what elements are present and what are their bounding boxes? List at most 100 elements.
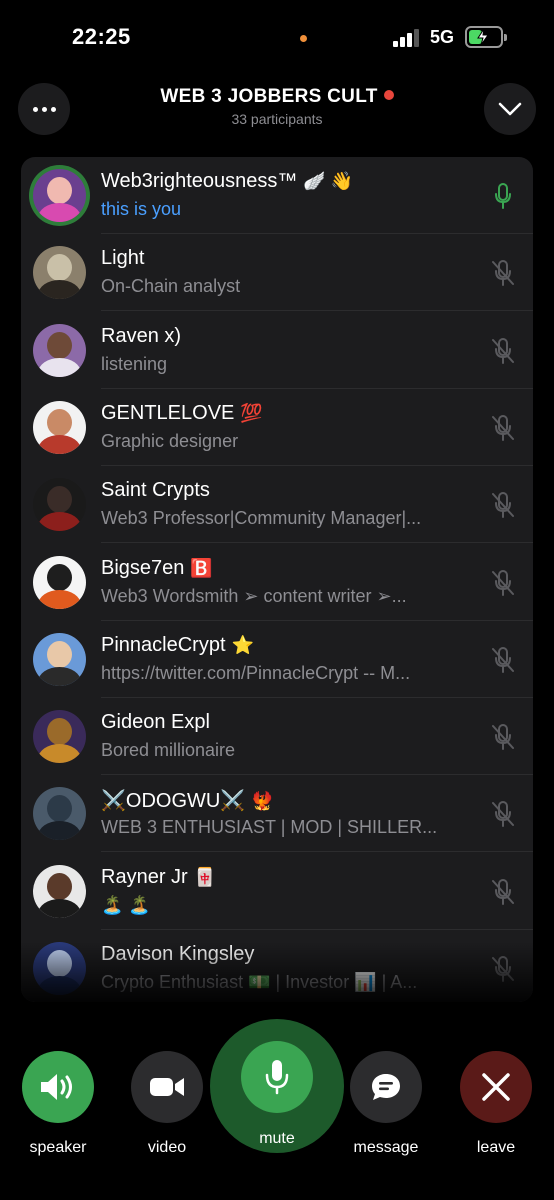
avatar[interactable]	[33, 169, 86, 222]
name-badge: ⭐	[231, 634, 254, 655]
participant-row[interactable]: Web3righteousness™ 🪽 👋 this is you	[21, 157, 533, 234]
participant-name: Gideon Expl	[101, 711, 216, 734]
speaker-label: speaker	[29, 1139, 87, 1156]
participant-name: Bigse7en 🅱️	[101, 557, 213, 580]
name-text: GENTLELOVE	[101, 401, 235, 424]
name-badge: 🐦‍🔥	[251, 791, 274, 812]
live-indicator	[383, 90, 394, 100]
avatar[interactable]	[33, 400, 86, 454]
leave-button[interactable]	[460, 1051, 532, 1123]
name-text: Bigse7en	[101, 556, 185, 579]
participant-name: Light	[101, 247, 150, 270]
participant-name: Raven x)	[101, 325, 187, 348]
name-badge: 🀄	[193, 866, 217, 887]
privacy-indicator-dot	[300, 35, 307, 42]
video-button[interactable]	[131, 1051, 203, 1123]
participant-name: Saint Crypts	[101, 479, 216, 502]
name-text: Rayner Jr	[101, 865, 188, 888]
microphone-on-icon	[495, 182, 511, 209]
name-text: Saint Crypts	[101, 479, 210, 502]
name-text: Raven x)	[101, 324, 182, 347]
video-control[interactable]: video	[131, 1051, 203, 1157]
microphone-icon	[265, 1060, 289, 1095]
participant-subtitle: this is you	[101, 199, 182, 219]
more-options-button[interactable]	[18, 83, 70, 135]
speaker-icon	[41, 1074, 72, 1100]
mute-label: mute	[259, 1130, 295, 1147]
avatar[interactable]	[33, 555, 86, 609]
speaker-control[interactable]: speaker	[22, 1051, 94, 1157]
leave-label: leave	[476, 1139, 516, 1156]
message-label: message	[353, 1139, 419, 1156]
name-badge: 🅱️	[190, 557, 213, 578]
close-icon	[482, 1073, 510, 1101]
chevron-down-icon	[498, 102, 522, 116]
list-fade-overlay	[21, 942, 533, 1002]
participant-row[interactable]: PinnacleCrypt ⭐ https://twitter.com/Pinnac…	[21, 621, 533, 698]
video-camera-icon	[150, 1078, 184, 1096]
page-title: WEB 3 JOBBERS CULT	[100, 86, 454, 108]
avatar[interactable]	[33, 864, 86, 918]
participant-row[interactable]: Rayner Jr 🀄 🏝️ 🏝️	[21, 853, 533, 930]
name-text: Light	[101, 247, 145, 270]
speaker-button[interactable]	[22, 1051, 94, 1123]
microphone-muted-icon	[492, 260, 514, 287]
avatar[interactable]	[33, 632, 86, 686]
participant-subtitle: Graphic designer	[101, 430, 239, 451]
name-badge: 🪽 👋	[303, 171, 354, 191]
participant-count: 33 participants	[231, 111, 323, 127]
name-badge: 💯	[240, 402, 263, 423]
signal-icon	[393, 29, 421, 47]
participant-row[interactable]: ⚔️ODOGWU⚔️ 🐦‍🔥 WEB 3 ENTHUSIAST | MOD | SH…	[21, 775, 533, 853]
microphone-muted-icon	[492, 646, 514, 673]
video-label: video	[147, 1139, 187, 1156]
microphone-muted-icon	[492, 492, 514, 519]
participant-row[interactable]: Gideon Expl Bored millionaire	[21, 698, 533, 776]
participant-name: GENTLELOVE 💯	[101, 402, 263, 425]
microphone-muted-icon	[492, 801, 514, 828]
name-text: Gideon Expl	[101, 711, 210, 734]
participant-subtitle: On-Chain analyst	[101, 276, 241, 297]
network-label: 5G	[430, 27, 455, 47]
avatar[interactable]	[33, 478, 86, 532]
participant-subtitle: WEB 3 ENTHUSIAST | MOD | SHILLER...	[101, 817, 438, 838]
name-text: PinnacleCrypt	[101, 633, 226, 656]
participant-list[interactable]: Web3righteousness™ 🪽 👋 this is you Light On-…	[21, 157, 533, 1002]
participant-row[interactable]: Bigse7en 🅱️ Web3 Wordsmith ➢ content write…	[21, 544, 533, 621]
participant-subtitle: Bored millionaire	[101, 740, 236, 761]
name-text: ⚔️ODOGWU⚔️	[101, 790, 246, 813]
participant-row[interactable]: Light On-Chain analyst	[21, 234, 533, 312]
participant-row[interactable]: GENTLELOVE 💯 Graphic designer	[21, 389, 533, 466]
leave-control[interactable]: leave	[460, 1051, 532, 1157]
more-icon	[32, 106, 56, 112]
avatar[interactable]	[33, 246, 86, 300]
battery-icon	[465, 26, 507, 48]
participant-name: PinnacleCrypt ⭐	[101, 634, 254, 657]
participant-row[interactable]: Saint Crypts Web3 Professor|Community Man…	[21, 466, 533, 544]
microphone-muted-icon	[492, 724, 514, 751]
microphone-muted-icon	[492, 569, 514, 596]
avatar[interactable]	[33, 710, 86, 764]
participant-subtitle: Web3 Wordsmith ➢ content writer ➢...	[101, 585, 407, 606]
participant-subtitle: Web3 Professor|Community Manager|...	[101, 508, 422, 529]
collapse-button[interactable]	[484, 83, 536, 135]
participant-subtitle: 🏝️ 🏝️	[101, 894, 151, 915]
call-header: WEB 3 JOBBERS CULT 33 participants	[100, 86, 454, 127]
microphone-muted-icon	[492, 337, 514, 364]
status-time: 22:25	[72, 24, 131, 49]
name-text: Web3righteousness™	[101, 170, 298, 192]
status-bar: 22:25 5G	[0, 0, 554, 72]
microphone-muted-icon	[492, 414, 514, 441]
participant-name: Rayner Jr 🀄	[101, 866, 216, 889]
participant-row[interactable]: Raven x) listening	[21, 312, 533, 389]
participant-name: ⚔️ODOGWU⚔️ 🐦‍🔥	[101, 788, 274, 813]
message-control[interactable]: message	[350, 1051, 422, 1157]
participant-subtitle: https://twitter.com/PinnacleCrypt -- M..…	[101, 662, 411, 683]
message-button[interactable]	[350, 1051, 422, 1123]
mute-button[interactable]	[241, 1041, 313, 1113]
avatar[interactable]	[33, 323, 86, 377]
microphone-muted-icon	[492, 878, 514, 905]
participant-subtitle: listening	[101, 353, 168, 374]
message-icon	[372, 1074, 400, 1100]
avatar[interactable]	[33, 787, 86, 841]
